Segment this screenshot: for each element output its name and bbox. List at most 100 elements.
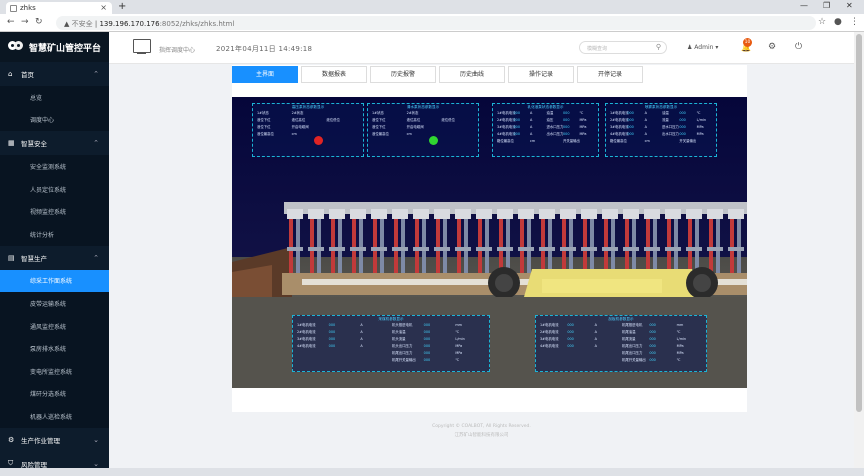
user-menu[interactable]: ♟ Admin ▾ — [687, 44, 718, 51]
menu-group-4[interactable]: ⛉ 风险管理 ⌄ — [0, 452, 109, 476]
reload-icon[interactable]: ↻ — [35, 17, 43, 27]
sidebar-item-2-5[interactable]: 煤矸分选系统 — [0, 382, 109, 406]
panel-row: 1#电机电流 000 A 机尾推进电机 000 mm — [536, 322, 706, 329]
panel-p1: 高压泵状态参数显示 1#状态 2#状态 液位下位 液位高位 液位低位 液位下位 开启电磁阀 液位… — [252, 103, 364, 157]
home-icon: ⌂ — [8, 70, 13, 78]
panel-cell: 000 — [423, 344, 431, 348]
tab-3[interactable]: 历史曲线 — [439, 66, 505, 83]
minimize-icon[interactable]: — — [800, 1, 808, 10]
tab-5[interactable]: 开停记录 — [577, 66, 643, 83]
sidebar-item-2-4[interactable]: 变电所监控系统 — [0, 359, 109, 383]
panel-row: 4#电机电流 000 A 出水口压力 000 MPa — [606, 131, 716, 138]
panel-cell: cm — [406, 132, 412, 136]
sidebar-item-0-0[interactable]: 总览 — [0, 86, 109, 109]
panel-cell: 000 — [513, 118, 520, 122]
panel-cell: 液位低位 — [326, 118, 340, 122]
panel-cell: 机尾出口压力 — [392, 351, 413, 355]
panel-cell: A — [644, 132, 647, 136]
mining-face-scene: 高压泵状态参数显示 1#状态 2#状态 液位下位 液位高位 液位低位 液位下位 开启电磁阀 液位… — [232, 97, 747, 388]
tab-1[interactable]: 数据报表 — [301, 66, 367, 83]
panel-row: 液位下位 液位高位 液位低位 — [253, 117, 363, 124]
menu-group-label: 首页 — [21, 71, 34, 79]
panel-row: 1#状态 2#状态 — [253, 110, 363, 117]
panel-cell: 开启电磁阀 — [406, 125, 424, 129]
tab-2[interactable]: 历史报警 — [370, 66, 436, 83]
url-field[interactable]: ▲ 不安全 | 139.196.170.176:8052/zhks/zhks.h… — [56, 16, 816, 30]
maximize-icon[interactable]: ❐ — [823, 1, 830, 10]
close-window-icon[interactable]: ✕ — [846, 1, 853, 10]
sidebar-item-2-6[interactable]: 机器人巡检系统 — [0, 405, 109, 428]
power-icon[interactable]: ⏻ — [795, 42, 802, 52]
panel-cell: 液位最高位 — [372, 132, 389, 136]
sidebar-item-2-2[interactable]: 通风监控系统 — [0, 314, 109, 338]
sidebar-item-1-0[interactable]: 安全监测系统 — [0, 155, 109, 178]
panel-row: 3#电机电流 000 A 进水口压力 000 MPa — [606, 124, 716, 131]
new-tab-icon[interactable]: + — [118, 1, 126, 12]
menu-group-3[interactable]: ⚙ 生产作业管理 ⌄ — [0, 428, 109, 452]
forward-icon[interactable]: → — [21, 17, 29, 27]
panel-cell: 4#电机电流 — [610, 132, 629, 136]
back-icon[interactable]: ← — [7, 17, 15, 27]
page-scrollbar[interactable] — [854, 32, 864, 468]
close-tab-icon[interactable]: × — [100, 3, 107, 12]
panel-cell: 3#电机电流 — [540, 337, 559, 341]
menu-group-0[interactable]: ⌂ 首页 ⌃ — [0, 62, 109, 86]
tab-0[interactable]: 主界面 — [232, 66, 298, 83]
url-host: 139.196.170.176 — [99, 20, 160, 28]
panel-cell: 液位最高位 — [257, 132, 274, 136]
search-icon[interactable]: ⚲ — [656, 43, 661, 51]
sidebar-item-2-0[interactable]: 综采工作面系统 — [0, 269, 109, 293]
panel-row: 1#电机电流 000 A 油温 000 ℃ — [606, 110, 716, 117]
panel-cell: 000 — [423, 330, 431, 334]
panel-cell: 000 — [649, 323, 656, 327]
browser-menu-icon[interactable]: ⋮ — [850, 17, 859, 27]
chevron-up-icon: ⌃ — [93, 139, 99, 148]
panel-row: 机尾出口压力 000 MPa — [293, 350, 489, 357]
tab-bar: 主界面 数据报表 历史报警 历史曲线 操作记录 开停记录 — [232, 66, 747, 84]
panel-cell: ℃ — [676, 330, 681, 334]
scrollbar-thumb[interactable] — [856, 34, 862, 412]
panel-cell: 000 — [423, 351, 431, 355]
panel-cell: 液位高位 — [291, 118, 306, 122]
browser-tab[interactable]: zhks × — [6, 2, 112, 14]
panel-cell: 000 — [679, 125, 686, 129]
panel-cell: 2#状态 — [406, 111, 419, 115]
panel-cell: A — [360, 337, 363, 341]
panel-cell: 机尾推进电机 — [622, 323, 643, 327]
panel-cell: 000 — [679, 118, 686, 122]
star-icon[interactable]: ☆ — [818, 17, 826, 27]
sidebar-item-1-2[interactable]: 视频监控系统 — [0, 200, 109, 223]
sidebar-item-1-3[interactable]: 统计分析 — [0, 222, 109, 246]
sidebar-item-1-1[interactable]: 人员定位系统 — [0, 177, 109, 201]
chart-icon: ▤ — [8, 253, 15, 262]
panel-cell: 液位下位 — [257, 125, 271, 129]
panel-cell: 000 — [423, 323, 431, 327]
panel-cell: MPa — [696, 125, 704, 129]
sidebar-item-2-3[interactable]: 泵房排水系统 — [0, 337, 109, 360]
page-favicon-icon — [10, 5, 17, 12]
panel-cell: 000 — [627, 132, 634, 136]
notification-badge: 10 — [743, 38, 752, 47]
menu-group-2[interactable]: ▤ 智慧生产 ⌃ — [0, 246, 109, 270]
sidebar-item-2-1[interactable]: 皮带运输系统 — [0, 292, 109, 315]
account-icon[interactable]: ● — [834, 17, 842, 27]
menu-group-label: 智慧安全 — [21, 140, 47, 149]
panel-cell: A — [644, 111, 647, 115]
sidebar-item-0-1[interactable]: 调度中心 — [0, 108, 109, 132]
panel-p4: 喷雾泵状态参数显示 1#电机电流 000 A 油温 000 ℃ 2#电机电流 000 A 流量 000… — [605, 103, 717, 157]
panel-cell: 000 — [627, 118, 634, 122]
panel-cell: 箱位最高位 — [497, 139, 514, 143]
panel-cell: 机头流量 — [392, 337, 406, 341]
tab-4[interactable]: 操作记录 — [508, 66, 574, 83]
panel-cell: MPa — [676, 344, 684, 348]
panel-cell: cm — [530, 139, 536, 143]
settings-gear-icon[interactable]: ⚙ — [768, 42, 776, 52]
panel-row: 液位下位 开启电磁阀 — [253, 124, 363, 131]
menu-group-1[interactable]: ▦ 智慧安全 ⌃ — [0, 131, 109, 155]
search-input[interactable]: 模糊查询 ⚲ — [579, 41, 667, 54]
monitor-icon[interactable] — [133, 39, 151, 54]
dispatch-center-label[interactable]: 指挥调度中心 — [159, 45, 195, 54]
browser-tab-title: zhks — [20, 4, 36, 12]
panel-cell: A — [530, 111, 533, 115]
panel-row: 4#电机电流 000 A 机尾出口压力 000 MPa — [536, 343, 706, 350]
